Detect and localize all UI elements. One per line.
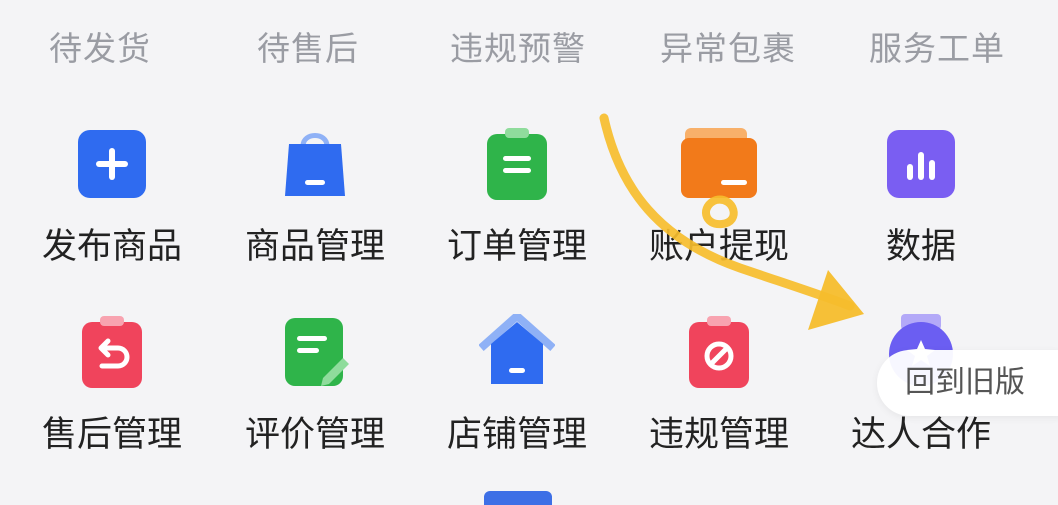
grid-item-label: 订单管理 [446, 227, 587, 267]
grid-item-label: 售后管理 [41, 415, 182, 455]
tab-pending-after-sales[interactable]: 待售后 [208, 22, 408, 70]
next-row-icon-partial [484, 491, 552, 505]
shopping-bag-icon [285, 133, 345, 196]
status-tab-bar: 待发货 待售后 违规预警 异常包裹 服务工单 [0, 0, 1058, 90]
plus-icon [78, 130, 146, 198]
grid-item-label: 评价管理 [244, 415, 385, 455]
grid-item-label: 商品管理 [244, 227, 385, 267]
grid-item-label: 账户提现 [648, 227, 789, 267]
tab-pending-shipment[interactable]: 待发货 [0, 22, 200, 70]
wallet-icon [681, 128, 757, 198]
bar-chart-icon [887, 130, 955, 198]
return-icon [82, 316, 142, 388]
forbidden-icon [689, 316, 749, 388]
tab-violation-warning[interactable]: 违规预警 [418, 22, 618, 70]
grid-item-label: 店铺管理 [446, 415, 587, 455]
grid-item-label: 发布商品 [41, 227, 182, 267]
store-icon [479, 314, 555, 384]
note-edit-icon [285, 318, 349, 386]
tab-service-ticket[interactable]: 服务工单 [837, 22, 1037, 70]
grid-item-label: 数据 [885, 227, 956, 267]
back-to-old-version-button[interactable]: 回到旧版 [877, 350, 1058, 416]
tab-abnormal-package[interactable]: 异常包裹 [628, 22, 828, 70]
clipboard-icon [487, 128, 547, 200]
grid-item-label: 违规管理 [648, 415, 789, 455]
